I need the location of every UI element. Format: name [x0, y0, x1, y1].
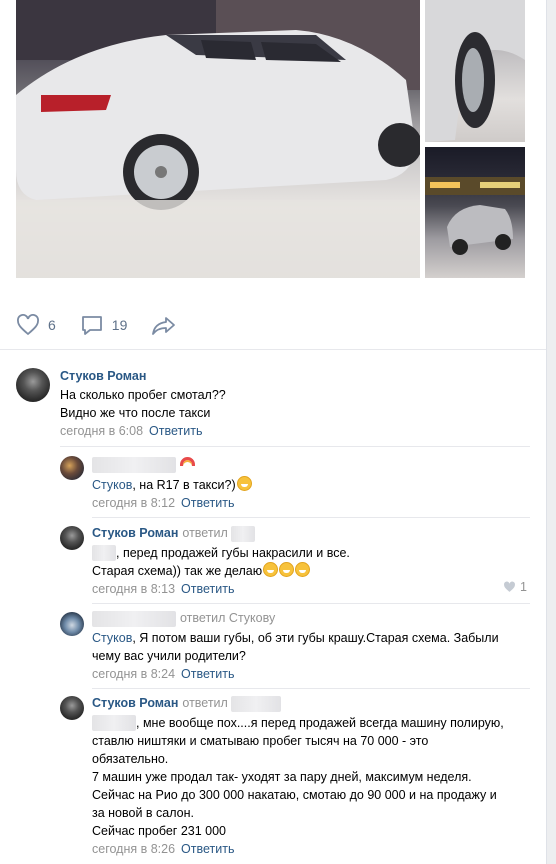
- comment: Стуков Роман ответил , мне вообще пох....…: [92, 695, 532, 856]
- grin-emoji-icon: [279, 561, 295, 577]
- comment-author[interactable]: Стуков Роман: [92, 696, 178, 710]
- comment-line: чему вас учили родители?: [92, 648, 246, 663]
- avatar-stukov[interactable]: [60, 696, 84, 720]
- comment: Стуков Роман ответил , перед продажей губ…: [92, 525, 532, 596]
- page-background-edge: [546, 0, 556, 864]
- comment-time[interactable]: сегодня в 8:24: [92, 667, 175, 681]
- comment-count: 19: [111, 317, 128, 333]
- photo-parking[interactable]: [425, 147, 525, 278]
- comment-meta: сегодня в 8:12 Ответить: [92, 496, 532, 510]
- comment-body: , перед продажей губы накрасили и все.: [116, 545, 350, 560]
- mention-link[interactable]: Стуков: [92, 478, 132, 492]
- comment-like-button[interactable]: 1: [503, 580, 527, 594]
- grin-emoji-icon: [263, 561, 279, 577]
- hidden-recipient: [231, 525, 256, 542]
- comment-author[interactable]: Стуков Роман: [92, 526, 178, 540]
- comment: ответил Стукову Стуков, Я потом ваши губ…: [92, 610, 532, 681]
- comment-body: Старая схема)) так же делаю: [92, 563, 263, 578]
- comment-line: , перед продажей губы накрасили и все.: [92, 544, 532, 562]
- post-card: 6 19 Стуков Роман На сколько пробег смот…: [0, 0, 546, 864]
- reply-button[interactable]: Ответить: [149, 424, 202, 438]
- like-count: 6: [48, 317, 56, 333]
- comment-meta: сегодня в 8:24 Ответить: [92, 667, 532, 681]
- share-button[interactable]: [151, 314, 185, 336]
- comment-header: Стуков Роман ответил: [92, 525, 532, 542]
- hidden-mention: [92, 545, 116, 562]
- avatar-stukov[interactable]: [60, 526, 84, 550]
- wheel-image: [425, 0, 525, 142]
- comment-header: [92, 456, 532, 474]
- car-rear-image: [16, 0, 420, 278]
- comment-meta: сегодня в 8:13 Ответить: [92, 582, 532, 596]
- heart-icon: [504, 581, 515, 592]
- replied-label: ответил Стукову: [180, 611, 276, 625]
- photo-main[interactable]: [16, 0, 420, 278]
- grin-emoji-icon: [295, 561, 311, 577]
- replied-label: ответил: [182, 526, 228, 540]
- comment-time[interactable]: сегодня в 6:08: [60, 424, 143, 438]
- comment-separator: [92, 517, 530, 518]
- comment-line: Сейчас на Рио до 300 000 накатаю, смотаю…: [92, 787, 497, 802]
- grin-emoji-icon: [236, 476, 252, 491]
- reply-button[interactable]: Ответить: [181, 667, 234, 681]
- photo-wheel[interactable]: [425, 0, 525, 142]
- mention-link[interactable]: Стуков: [92, 631, 132, 645]
- comment-line: обязательно.: [92, 751, 169, 766]
- comment-line: Стуков, Я потом ваши губы, об эти губы к…: [92, 629, 532, 647]
- comment-line: Видно же что после такси: [60, 406, 211, 420]
- comment-line: На сколько пробег смотал??: [60, 388, 226, 402]
- comment-time[interactable]: сегодня в 8:13: [92, 582, 175, 596]
- share-icon: [152, 317, 176, 335]
- comment-body: , на R17 в такси?): [132, 478, 236, 492]
- comment-text: Стуков, на R17 в такси?): [92, 476, 532, 494]
- comment-line: Старая схема)) так же делаю: [92, 561, 532, 580]
- comment-line: , мне вообще пох....я перед продажей все…: [92, 714, 532, 732]
- comment-separator: [92, 688, 530, 689]
- replied-label: ответил: [182, 696, 228, 710]
- comment-separator: [60, 446, 530, 447]
- comment-line: ставлю ништяки и сматываю пробег тысяч н…: [92, 733, 429, 748]
- rainbow-icon: [179, 457, 195, 466]
- heart-icon: [17, 314, 39, 336]
- reply-button[interactable]: Ответить: [181, 842, 234, 856]
- comment-line: Сейчас пробег 231 000: [92, 823, 227, 838]
- comment-meta: сегодня в 8:26 Ответить: [92, 842, 532, 856]
- avatar-user[interactable]: [60, 612, 84, 636]
- reply-button[interactable]: Ответить: [181, 496, 234, 510]
- like-button[interactable]: 6: [16, 314, 56, 336]
- comment-body: , Я потом ваши губы, об эти губы крашу.С…: [132, 630, 499, 645]
- divider: [0, 349, 546, 350]
- hidden-mention: [92, 715, 136, 732]
- comment-meta: сегодня в 6:08 Ответить: [60, 424, 530, 438]
- comment-header: Стуков Роман ответил: [92, 695, 532, 712]
- comment-author[interactable]: Стуков Роман: [60, 369, 530, 383]
- comment-like-count: 1: [520, 580, 527, 594]
- avatar-stukov[interactable]: [16, 368, 50, 402]
- hidden-author: [92, 610, 176, 627]
- comment-time[interactable]: сегодня в 8:26: [92, 842, 175, 856]
- comment: Стуков Роман На сколько пробег смотал?? …: [60, 369, 530, 438]
- comment-line: за новой в салон.: [92, 805, 194, 820]
- comment-button[interactable]: 19: [80, 314, 128, 336]
- comment-icon: [81, 316, 102, 335]
- avatar-user[interactable]: [60, 456, 84, 480]
- comment-body: , мне вообще пох....я перед продажей все…: [136, 715, 504, 730]
- comment-header: ответил Стукову: [92, 610, 532, 627]
- reply-button[interactable]: Ответить: [181, 582, 234, 596]
- comment-time[interactable]: сегодня в 8:12: [92, 496, 175, 510]
- hidden-author: [92, 456, 176, 473]
- comment-separator: [92, 603, 530, 604]
- post-actions: 6 19: [16, 310, 209, 340]
- comment: Стуков, на R17 в такси?) сегодня в 8:12 О…: [92, 456, 532, 510]
- comment-line: 7 машин уже продал так- уходят за пару д…: [92, 769, 472, 784]
- parking-image: [425, 177, 525, 255]
- hidden-recipient: [231, 695, 282, 712]
